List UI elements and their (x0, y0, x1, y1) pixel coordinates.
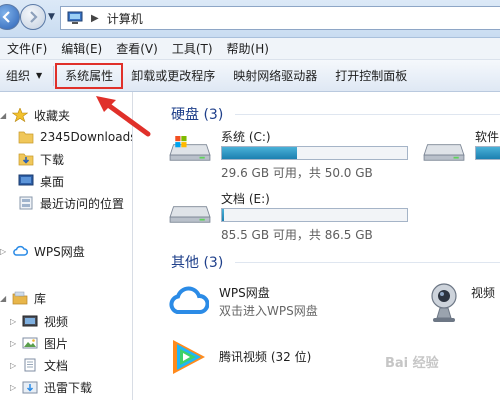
wps-cloud-item[interactable]: WPS网盘 双击进入WPS网盘 (151, 282, 411, 332)
tencent-video-name: 腾讯视频 (32 位) (219, 350, 312, 364)
group-divider (235, 114, 500, 115)
collapse-icon[interactable]: ◢ (0, 111, 10, 120)
wps-cloud-name: WPS网盘 (219, 286, 270, 300)
drive-software-usage-bar (475, 146, 500, 160)
drive-e-usage-bar (221, 208, 408, 222)
expand-icon[interactable]: ▷ (10, 383, 20, 392)
group-divider (235, 262, 500, 263)
drive-c-usage-fill (222, 147, 298, 159)
address-input[interactable]: ▶ 计算机 (60, 6, 500, 30)
menu-view[interactable]: 查看(V) (109, 40, 165, 57)
star-icon (12, 108, 28, 122)
nav-wps-label: WPS网盘 (34, 244, 85, 259)
system-drive-icon (169, 136, 211, 161)
expand-icon[interactable]: ▷ (10, 339, 20, 348)
organize-button[interactable]: 组织 ▼ (0, 64, 51, 88)
collapse-icon[interactable]: ◢ (0, 294, 10, 303)
drive-software[interactable]: 软件 (413, 128, 500, 188)
other-group-title[interactable]: 其他 (3) (171, 252, 223, 272)
annotation-arrow-icon (96, 96, 151, 137)
drive-software-name: 软件 (475, 130, 500, 144)
nav-favorites[interactable]: ◢ 收藏夹 (0, 104, 70, 126)
drive-software-usage-fill (476, 147, 500, 159)
open-control-panel-button[interactable]: 打开控制面板 (326, 64, 416, 88)
menu-tools[interactable]: 工具(T) (165, 40, 220, 57)
nav-xunlei-label: 迅雷下载 (44, 380, 93, 395)
nav-recent[interactable]: 最近访问的位置 (18, 192, 124, 214)
nav-videos-label: 视频 (44, 314, 69, 329)
back-button[interactable] (0, 4, 20, 30)
arrow-left-icon (2, 11, 10, 23)
expand-icon[interactable]: ▷ (10, 361, 20, 370)
menu-edit[interactable]: 编辑(E) (54, 40, 109, 57)
hard-drive-icon (169, 206, 211, 223)
drive-e[interactable]: 文档 (E:) 85.5 GB 可用，共 86.5 GB (151, 190, 421, 250)
download-folder-icon (18, 153, 34, 166)
drive-c-name: 系统 (C:) (221, 130, 271, 144)
arrow-right-icon (30, 11, 38, 23)
breadcrumb-separator-icon: ▶ (91, 12, 99, 24)
desktop-icon (18, 174, 34, 186)
nav-downloads[interactable]: 下载 (18, 148, 64, 170)
menu-file[interactable]: 文件(F) (0, 40, 54, 57)
nav-recent-label: 最近访问的位置 (40, 196, 125, 211)
expand-icon[interactable]: ▷ (10, 317, 20, 326)
nav-downloads-label: 下载 (40, 152, 65, 167)
nav-desktop[interactable]: 桌面 (18, 170, 64, 192)
nav-documents[interactable]: ▷ 文档 (10, 354, 68, 376)
nav-xunlei[interactable]: ▷ 迅雷下载 (10, 376, 92, 398)
command-toolbar: 组织 ▼ 系统属性 卸载或更改程序 映射网络驱动器 打开控制面板 (0, 60, 500, 92)
xunlei-download-icon (22, 381, 38, 394)
computer-icon (67, 11, 83, 24)
menu-help[interactable]: 帮助(H) (220, 40, 276, 57)
system-properties-button[interactable]: 系统属性 (55, 62, 124, 89)
uninstall-program-button[interactable]: 卸载或更改程序 (122, 64, 224, 88)
map-network-drive-button[interactable]: 映射网络驱动器 (224, 64, 326, 88)
nav-documents-label: 文档 (44, 358, 69, 373)
menu-bar: 文件(F) 编辑(E) 查看(V) 工具(T) 帮助(H) (0, 38, 500, 60)
chevron-down-icon: ▼ (36, 71, 43, 80)
drive-e-space-info: 85.5 GB 可用，共 86.5 GB (221, 228, 373, 242)
nav-pictures-label: 图片 (44, 336, 69, 351)
watermark: Bai 经验 (385, 356, 439, 371)
library-icon (12, 291, 28, 305)
hard-disks-group-title[interactable]: 硬盘 (3) (171, 104, 223, 124)
forward-button[interactable] (20, 4, 46, 30)
hard-drive-icon (423, 144, 465, 161)
drive-e-usage-fill (222, 209, 225, 221)
content-pane: 硬盘 (3) 系统 (C:) 29.6 GB 可用，共 50.0 GB 文档 (… (151, 92, 500, 400)
toolbar-divider (53, 65, 55, 86)
document-library-icon (24, 358, 36, 372)
wps-cloud-icon (169, 286, 209, 314)
picture-library-icon (22, 337, 38, 349)
nav-libraries-label: 库 (34, 291, 47, 306)
webcam-icon (431, 283, 457, 322)
nav-pictures[interactable]: ▷ 图片 (10, 332, 68, 354)
folder-icon (18, 131, 34, 144)
video-device-item[interactable]: 视频 (421, 282, 500, 332)
drive-e-name: 文档 (E:) (221, 192, 270, 206)
drive-c-space-info: 29.6 GB 可用，共 50.0 GB (221, 166, 373, 180)
breadcrumb-computer[interactable]: 计算机 (107, 10, 143, 27)
nav-libraries[interactable]: ◢ 库 (0, 287, 46, 309)
expand-icon[interactable]: ▷ (0, 247, 10, 256)
drive-c[interactable]: 系统 (C:) 29.6 GB 可用，共 50.0 GB (151, 128, 421, 188)
video-library-icon (22, 315, 38, 327)
drive-c-usage-bar (221, 146, 408, 160)
tencent-video-item[interactable]: 腾讯视频 (32 位) (151, 336, 411, 386)
recent-pages-dropdown[interactable]: ▼ (48, 12, 55, 22)
nav-videos[interactable]: ▷ 视频 (10, 310, 68, 332)
tencent-video-icon (173, 340, 205, 374)
nav-desktop-label: 桌面 (40, 174, 65, 189)
organize-label: 组织 (6, 69, 31, 83)
wps-cloud-subtitle: 双击进入WPS网盘 (219, 304, 318, 318)
video-device-name: 视频 (471, 286, 496, 300)
address-bar-row: ▼ ▶ 计算机 (0, 0, 500, 38)
recent-places-icon (19, 196, 33, 210)
cloud-icon (13, 245, 28, 256)
nav-wps[interactable]: ▷ WPS网盘 (0, 240, 85, 262)
nav-favorites-label: 收藏夹 (34, 108, 71, 123)
